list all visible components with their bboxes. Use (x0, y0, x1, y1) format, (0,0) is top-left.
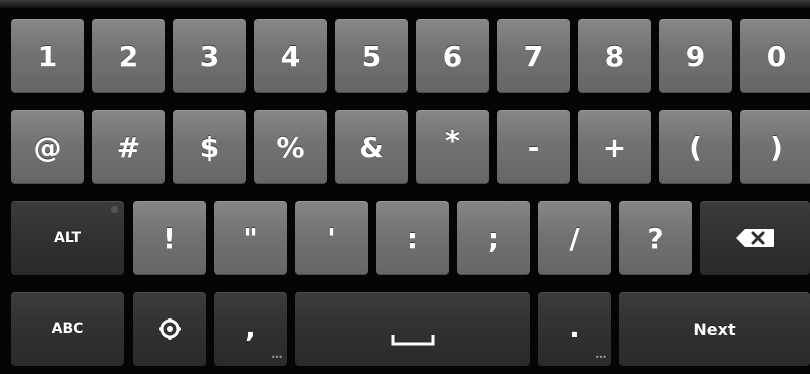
key-label: * (445, 124, 460, 157)
key-label: / (569, 221, 580, 255)
key-4[interactable]: 4 (254, 19, 327, 93)
key-label: + (602, 130, 627, 164)
key-dollar[interactable]: $ (173, 110, 246, 184)
key-label: 2 (118, 39, 139, 73)
key-label: % (276, 130, 305, 164)
space-icon (391, 335, 434, 346)
key-7[interactable]: 7 (497, 19, 570, 93)
key-label: 1 (37, 39, 58, 73)
next-label: Next (693, 319, 736, 339)
key-ampersand[interactable]: & (335, 110, 408, 184)
alt-label: ALT (54, 230, 81, 246)
key-slash[interactable]: / (538, 201, 611, 275)
soft-keyboard: 1 2 3 4 5 6 7 8 9 0 @ # $ % & * - + ( ) … (0, 0, 810, 374)
key-colon[interactable]: : (376, 201, 449, 275)
key-percent[interactable]: % (254, 110, 327, 184)
backspace-icon (736, 229, 774, 247)
key-exclamation[interactable]: ! (133, 201, 206, 275)
key-label: $ (199, 130, 220, 164)
key-double-quote[interactable]: " (214, 201, 287, 275)
more-keys-indicator-icon: ••• (270, 353, 283, 362)
key-open-paren[interactable]: ( (659, 110, 732, 184)
abc-label: ABC (51, 321, 84, 337)
backspace-key[interactable] (700, 201, 810, 275)
key-label: # (116, 130, 141, 164)
period-key[interactable]: . ••• (538, 292, 611, 366)
key-apostrophe[interactable]: ' (295, 201, 368, 275)
key-0[interactable]: 0 (740, 19, 810, 93)
abc-key[interactable]: ABC (11, 292, 124, 366)
settings-key[interactable] (133, 292, 206, 366)
comma-key[interactable]: , ••• (214, 292, 287, 366)
key-label: 0 (766, 39, 787, 73)
key-label: 5 (361, 39, 382, 73)
settings-icon (158, 318, 181, 340)
key-label: 7 (523, 39, 544, 73)
more-keys-indicator-icon: ••• (594, 353, 607, 362)
key-at[interactable]: @ (11, 110, 84, 184)
alt-indicator-icon (111, 206, 118, 213)
key-9[interactable]: 9 (659, 19, 732, 93)
key-6[interactable]: 6 (416, 19, 489, 93)
key-label: . (569, 311, 580, 344)
next-key[interactable]: Next (619, 292, 810, 366)
key-label: 3 (199, 39, 220, 73)
key-semicolon[interactable]: ; (457, 201, 530, 275)
key-asterisk[interactable]: * (416, 110, 489, 184)
key-label: 6 (442, 39, 463, 73)
key-5[interactable]: 5 (335, 19, 408, 93)
space-key[interactable] (295, 292, 530, 366)
key-3[interactable]: 3 (173, 19, 246, 93)
key-hash[interactable]: # (92, 110, 165, 184)
key-8[interactable]: 8 (578, 19, 651, 93)
key-plus[interactable]: + (578, 110, 651, 184)
alt-key[interactable]: ALT (11, 201, 124, 275)
key-close-paren[interactable]: ) (740, 110, 810, 184)
key-label: - (527, 130, 540, 164)
key-2[interactable]: 2 (92, 19, 165, 93)
key-label: " (243, 221, 258, 255)
key-label: 9 (685, 39, 706, 73)
key-label: @ (33, 130, 62, 164)
key-label: ( (689, 130, 702, 164)
key-label: 8 (604, 39, 625, 73)
key-1[interactable]: 1 (11, 19, 84, 93)
key-label: ! (163, 221, 176, 255)
key-label: : (406, 221, 419, 255)
key-label: ? (647, 221, 664, 255)
key-label: ' (327, 221, 336, 255)
key-label: , (245, 311, 256, 344)
key-label: & (359, 130, 384, 164)
key-question[interactable]: ? (619, 201, 692, 275)
key-label: ) (770, 130, 783, 164)
key-minus[interactable]: - (497, 110, 570, 184)
key-label: ; (487, 221, 500, 255)
key-label: 4 (280, 39, 301, 73)
